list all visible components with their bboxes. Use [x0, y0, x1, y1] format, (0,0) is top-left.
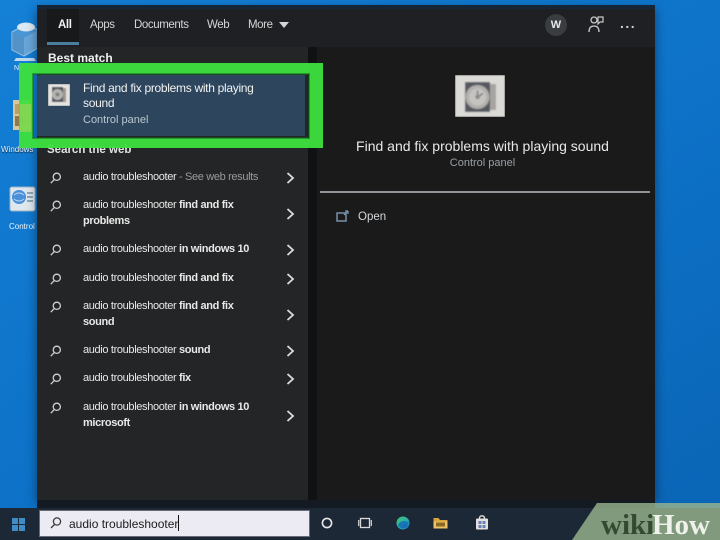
svg-text:wiki: wiki [601, 509, 654, 540]
svg-text:Control P: Control P [9, 222, 39, 231]
svg-text:How: How [652, 509, 710, 540]
